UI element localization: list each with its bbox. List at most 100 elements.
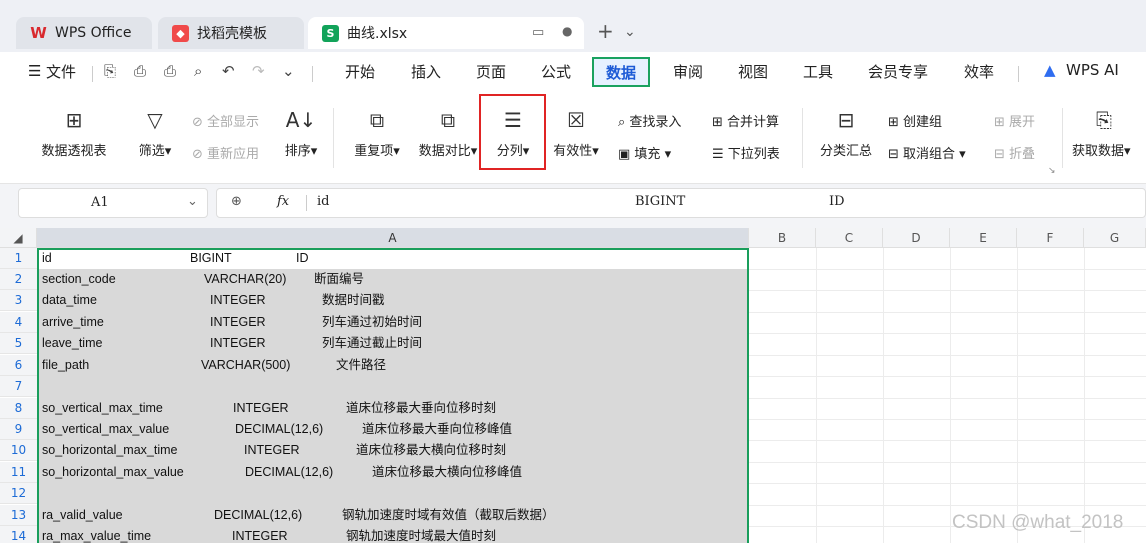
select-all-corner[interactable]: ◢ xyxy=(0,228,37,248)
get-data-button[interactable]: ⎘ 获取数据▾ xyxy=(1072,108,1146,159)
row-header[interactable]: 14 xyxy=(0,526,37,543)
save-icon[interactable]: ⎘ xyxy=(104,62,116,80)
cell-name[interactable]: data_time xyxy=(42,290,97,311)
column-header-g[interactable]: G xyxy=(1084,228,1146,248)
tab-wps-office[interactable]: W WPS Office xyxy=(16,17,152,49)
cell-desc[interactable]: 数据时间戳 xyxy=(322,290,385,311)
show-all-button[interactable]: ⊘ 全部显示 xyxy=(192,111,259,130)
hamburger-icon[interactable]: ☰ xyxy=(28,62,41,80)
row-header[interactable]: 10 xyxy=(0,440,37,461)
ribbon-expand-corner-icon[interactable]: ↘ xyxy=(1048,166,1056,176)
cell-desc[interactable]: 文件路径 xyxy=(336,355,386,376)
cell-desc[interactable]: 钢轨加速度时域最大值时刻 xyxy=(346,526,496,543)
column-header-e[interactable]: E xyxy=(950,228,1017,248)
cell-desc[interactable]: 道床位移最大垂向位移峰值 xyxy=(362,419,512,440)
row-header[interactable]: 5 xyxy=(0,333,37,354)
cell-type[interactable]: BIGINT xyxy=(190,248,232,269)
fill-button[interactable]: ▣ 填充 ▾ xyxy=(618,143,671,162)
row-header[interactable]: 1 xyxy=(0,248,37,269)
name-box[interactable]: A1 ⌄ xyxy=(18,188,208,218)
new-tab-plus-icon[interactable]: + xyxy=(597,19,614,43)
fx-icon[interactable]: fx xyxy=(277,194,289,209)
row-header[interactable]: 2 xyxy=(0,269,37,290)
validity-button[interactable]: ☒ 有效性▾ xyxy=(548,108,604,159)
menu-home[interactable]: 开始 xyxy=(345,61,375,82)
cell-type[interactable]: INTEGER xyxy=(244,440,300,461)
preview-icon[interactable]: ⌕ xyxy=(194,62,202,80)
subtotal-button[interactable]: ⊟ 分类汇总 xyxy=(816,108,876,159)
cell-type[interactable]: INTEGER xyxy=(210,290,266,311)
menu-insert[interactable]: 插入 xyxy=(411,61,441,82)
row-header[interactable]: 6 xyxy=(0,355,37,376)
cell-name[interactable]: so_horizontal_max_value xyxy=(42,462,184,483)
cell-desc[interactable]: 道床位移最大横向位移峰值 xyxy=(372,462,522,483)
window-icon[interactable]: ▭ xyxy=(532,25,544,40)
cell-name[interactable]: section_code xyxy=(42,269,116,290)
cell-desc[interactable]: 断面编号 xyxy=(314,269,364,290)
cell-desc[interactable]: 列车通过截止时间 xyxy=(322,333,422,354)
row-header[interactable]: 9 xyxy=(0,419,37,440)
data-compare-button[interactable]: ⧉ 数据对比▾ xyxy=(414,108,482,159)
formula-input[interactable]: ⊕ fx id BIGINT ID xyxy=(216,188,1146,218)
menu-tools[interactable]: 工具 xyxy=(803,61,833,82)
menu-wps-ai[interactable]: WPS AI xyxy=(1066,61,1119,79)
cell-name[interactable]: id xyxy=(42,248,52,269)
cell-name[interactable]: leave_time xyxy=(42,333,102,354)
pivot-table-button[interactable]: ⊞ 数据透视表 xyxy=(36,108,112,159)
sort-button[interactable]: A↓ 排序▾ xyxy=(278,108,324,159)
ungroup-button[interactable]: ⊟ 取消组合 ▾ xyxy=(888,143,966,162)
menu-member[interactable]: 会员专享 xyxy=(868,61,928,82)
menu-formula[interactable]: 公式 xyxy=(541,61,571,82)
create-group-button[interactable]: ⊞ 创建组 xyxy=(888,111,942,130)
row-header[interactable]: 11 xyxy=(0,462,37,483)
cell-type[interactable]: INTEGER xyxy=(232,526,288,543)
column-header-d[interactable]: D xyxy=(883,228,950,248)
row-header[interactable]: 4 xyxy=(0,312,37,333)
row-header[interactable]: 13 xyxy=(0,505,37,526)
column-header-b[interactable]: B xyxy=(749,228,816,248)
menu-review[interactable]: 审阅 xyxy=(673,61,703,82)
cell-type[interactable]: VARCHAR(500) xyxy=(201,355,290,376)
tab-docer-templates[interactable]: ◆ 找稻壳模板 xyxy=(158,17,304,49)
cell-name[interactable]: so_vertical_max_value xyxy=(42,419,169,440)
cell-desc[interactable]: 钢轨加速度时域有效值（截取后数据） xyxy=(342,505,555,526)
collapse-button[interactable]: ⊟ 折叠 xyxy=(994,143,1035,162)
reapply-button[interactable]: ⊘ 重新应用 xyxy=(192,143,259,162)
cell-type[interactable]: INTEGER xyxy=(210,312,266,333)
cell-name[interactable]: file_path xyxy=(42,355,89,376)
cell-desc[interactable]: 列车通过初始时间 xyxy=(322,312,422,333)
cell-type[interactable]: INTEGER xyxy=(210,333,266,354)
cell-name[interactable]: so_vertical_max_time xyxy=(42,398,163,419)
column-header-c[interactable]: C xyxy=(816,228,883,248)
tab-curve-xlsx[interactable]: S 曲线.xlsx ▭ ● xyxy=(308,17,584,49)
export-icon[interactable]: ⎙ xyxy=(134,62,146,80)
more-chevron-icon[interactable]: ⌄ xyxy=(282,62,295,80)
cell-desc[interactable]: 道床位移最大横向位移时刻 xyxy=(356,440,506,461)
filter-button[interactable]: ▽ 筛选▾ xyxy=(134,108,176,159)
cell-type[interactable]: DECIMAL(12,6) xyxy=(235,419,323,440)
menu-efficiency[interactable]: 效率 xyxy=(964,61,994,82)
cell-name[interactable]: so_horizontal_max_time xyxy=(42,440,178,461)
cell-name[interactable]: ra_valid_value xyxy=(42,505,123,526)
menu-view[interactable]: 视图 xyxy=(738,61,768,82)
row-header[interactable]: 3 xyxy=(0,290,37,311)
cell-desc[interactable]: ID xyxy=(296,248,309,269)
zoom-icon[interactable]: ⊕ xyxy=(231,194,242,209)
cell-desc[interactable]: 道床位移最大垂向位移时刻 xyxy=(346,398,496,419)
expand-button[interactable]: ⊞ 展开 xyxy=(994,111,1035,130)
cell-type[interactable]: DECIMAL(12,6) xyxy=(214,505,302,526)
selected-range-a[interactable] xyxy=(37,248,749,543)
undo-icon[interactable]: ↶ xyxy=(222,62,235,80)
row-header[interactable]: 12 xyxy=(0,483,37,504)
cell-type[interactable]: INTEGER xyxy=(233,398,289,419)
menu-data[interactable]: 数据 xyxy=(592,57,651,87)
active-cell-a1[interactable] xyxy=(39,250,747,269)
find-enter-button[interactable]: ⌕ 查找录入 xyxy=(618,111,681,130)
cell-type[interactable]: VARCHAR(20) xyxy=(204,269,286,290)
cell-type[interactable]: DECIMAL(12,6) xyxy=(245,462,333,483)
redo-icon[interactable]: ↷ xyxy=(252,62,265,80)
cell-name[interactable]: arrive_time xyxy=(42,312,104,333)
menu-page[interactable]: 页面 xyxy=(476,61,506,82)
chevron-down-icon[interactable]: ⌄ xyxy=(187,194,198,209)
menu-file[interactable]: 文件 xyxy=(46,61,76,82)
